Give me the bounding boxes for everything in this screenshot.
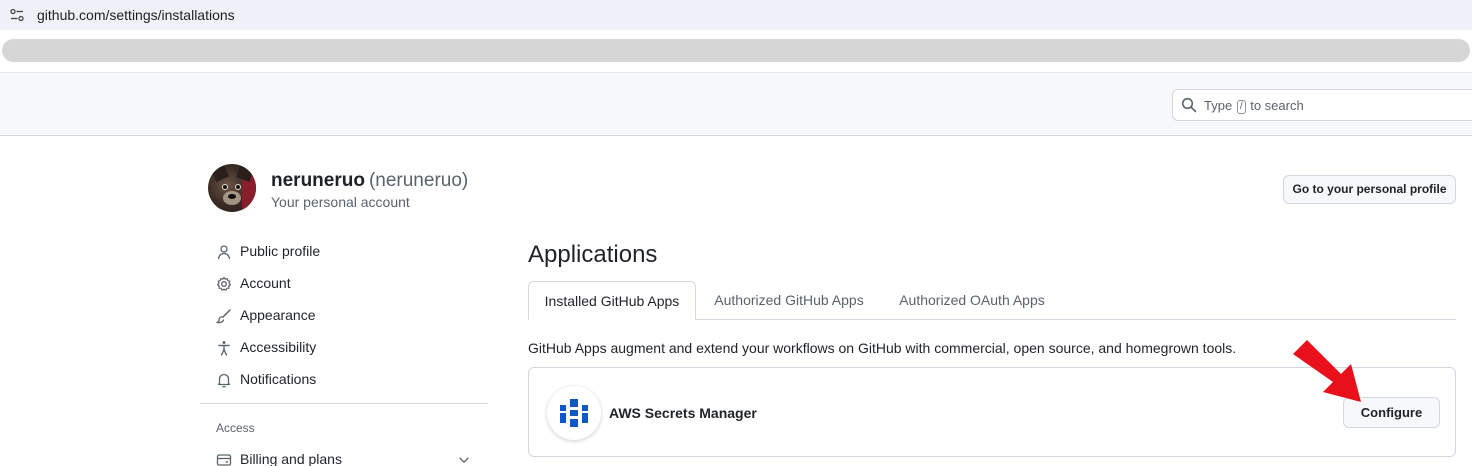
- credit-card-icon: [216, 454, 232, 466]
- scroll-pill: [2, 39, 1470, 62]
- account-login: (neruneruo): [368, 170, 469, 191]
- sidebar-item-account[interactable]: Account: [200, 268, 488, 300]
- account-display-name[interactable]: neruneruo: [271, 170, 365, 191]
- search-input[interactable]: Type / to search: [1172, 89, 1472, 121]
- account-name[interactable]: neruneruo (neruneruo): [271, 170, 468, 192]
- browser-address-bar[interactable]: github.com/settings/installations: [0, 0, 1472, 30]
- tab-authorized-oauth-apps[interactable]: Authorized OAuth Apps: [884, 281, 1060, 320]
- account-subtitle: Your personal account: [271, 194, 410, 210]
- accessibility-icon: [218, 341, 230, 356]
- page-title: Applications: [528, 241, 658, 268]
- go-to-profile-button[interactable]: Go to your personal profile: [1283, 175, 1456, 204]
- loading-strip: [0, 30, 1472, 72]
- search-placeholder: Type / to search: [1204, 98, 1304, 114]
- sidebar-item-billing[interactable]: Billing and plans: [200, 444, 488, 466]
- app-name: AWS Secrets Manager: [609, 405, 757, 421]
- sidebar-item-label: Billing and plans: [240, 451, 342, 466]
- chevron-down-icon[interactable]: [457, 453, 471, 466]
- paintbrush-icon: [216, 309, 231, 324]
- sidebar-item-label: Notifications: [240, 371, 317, 387]
- sidebar-item-notifications[interactable]: Notifications: [200, 364, 488, 396]
- url-text[interactable]: github.com/settings/installations: [37, 7, 235, 23]
- sidebar-item-label: Accessibility: [240, 339, 317, 355]
- sidebar-heading-access: Access: [216, 421, 255, 435]
- apps-description: GitHub Apps augment and extend your work…: [528, 340, 1237, 356]
- person-icon: [217, 245, 231, 260]
- avatar[interactable]: [208, 164, 256, 212]
- sidebar-item-label: Appearance: [240, 307, 316, 323]
- red-arrow-annotation: [1293, 340, 1361, 402]
- sidebar-item-label: Account: [240, 275, 291, 291]
- tab-authorized-github-apps[interactable]: Authorized GitHub Apps: [700, 281, 878, 320]
- app-logo: [547, 386, 601, 440]
- aws-secrets-manager-icon: [560, 399, 588, 427]
- gear-icon: [216, 276, 232, 291]
- tab-installed-github-apps[interactable]: Installed GitHub Apps: [528, 281, 696, 320]
- sidebar-item-label: Public profile: [240, 243, 321, 259]
- sidebar-divider: [200, 403, 488, 404]
- sidebar-item-appearance[interactable]: Appearance: [200, 300, 488, 332]
- sidebar-item-accessibility[interactable]: Accessibility: [200, 332, 488, 364]
- github-header: Type / to search: [0, 72, 1472, 136]
- site-settings-icon[interactable]: [9, 7, 25, 23]
- slash-key-hint: /: [1236, 100, 1246, 114]
- sidebar-item-public-profile[interactable]: Public profile: [200, 236, 488, 268]
- bell-icon: [217, 373, 231, 388]
- search-icon: [1181, 97, 1197, 113]
